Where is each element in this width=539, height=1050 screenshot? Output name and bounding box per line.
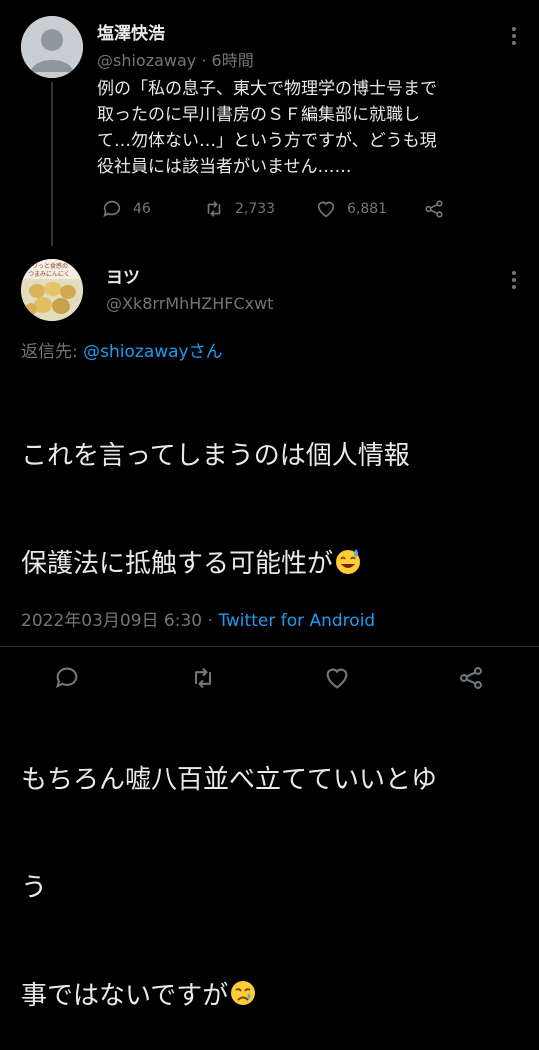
tweet-text: これを言ってしまうのは個人情報 保護法に抵触する可能性が もちろん嘘八百並べ立て… — [21, 366, 521, 1050]
reply-icon — [103, 200, 121, 217]
retweet-icon — [207, 201, 221, 217]
share-icon — [425, 200, 443, 218]
retweet-count: 2,733 — [235, 201, 276, 217]
tweet-text-line: これを言ってしまうのは個人情報 — [21, 441, 410, 471]
author-handle-and-time[interactable]: @shiozaway · 6時間 — [97, 47, 254, 71]
replying-to-label: 返信先: — [21, 342, 84, 362]
author-name[interactable]: 塩澤快浩 — [97, 19, 165, 44]
retweet-icon[interactable] — [189, 664, 217, 692]
sweat-smile-emoji — [336, 549, 361, 574]
tweet-text-line: もちろん嘘八百並べ立てていいとゆ — [21, 765, 438, 795]
like-icon[interactable] — [323, 664, 351, 692]
tweet-meta: 2022年03月09日 6:30 · Twitter for Android — [21, 606, 375, 631]
author-name[interactable]: ヨツ — [106, 263, 140, 288]
tweet-text: 例の「私の息子、東大で物理学の博士号まで 取ったのに早川書房のＳＦ編集部に就職し… — [97, 79, 437, 177]
retweet-button[interactable]: 2,733 — [203, 198, 275, 220]
tweet-actions: 46 2,733 6,881 — [97, 198, 497, 226]
share-button[interactable] — [423, 198, 455, 220]
more-icon[interactable] — [504, 270, 524, 290]
parent-tweet[interactable]: 塩澤快浩 @shiozaway · 6時間 例の「私の息子、東大で物理学の博士号… — [0, 0, 539, 246]
like-count: 6,881 — [347, 201, 388, 217]
tweet-action-bar — [0, 656, 539, 700]
author-handle[interactable]: @Xk8rrMhHZHFCxwt — [106, 294, 273, 313]
tweet-text-line: 保護法に抵触する可能性が — [21, 546, 521, 582]
like-button[interactable]: 6,881 — [315, 198, 387, 220]
tweet-source-link[interactable]: Twitter for Android — [218, 611, 375, 631]
crying-emoji — [231, 981, 256, 1005]
more-icon[interactable] — [504, 26, 524, 46]
default-profile-icon — [21, 16, 83, 78]
tweet-text-line: 事ではないですが — [21, 978, 521, 1014]
thread-connector-line — [51, 82, 53, 246]
reply-icon[interactable] — [53, 664, 81, 692]
svg-text:カリっと食感の: カリっと食感の — [26, 262, 68, 270]
like-icon — [317, 201, 335, 218]
profile-avatar[interactable]: カリっと食感の つまみにんにく — [21, 259, 83, 321]
replying-to-link[interactable]: @shiozawayさん — [83, 342, 222, 362]
tweet-text-line: う — [21, 873, 48, 903]
replying-to: 返信先: @shiozawayさん — [21, 337, 223, 362]
share-icon[interactable] — [457, 664, 485, 692]
svg-text:つまみにんにく: つまみにんにく — [28, 271, 70, 278]
reply-count: 46 — [133, 201, 151, 217]
divider — [0, 646, 539, 647]
tweet-timestamp[interactable]: 2022年03月09日 6:30 · — [21, 611, 218, 631]
reply-button[interactable]: 46 — [101, 198, 151, 220]
default-avatar[interactable] — [21, 16, 83, 78]
garlic-snack-avatar-image: カリっと食感の つまみにんにく — [21, 259, 83, 321]
